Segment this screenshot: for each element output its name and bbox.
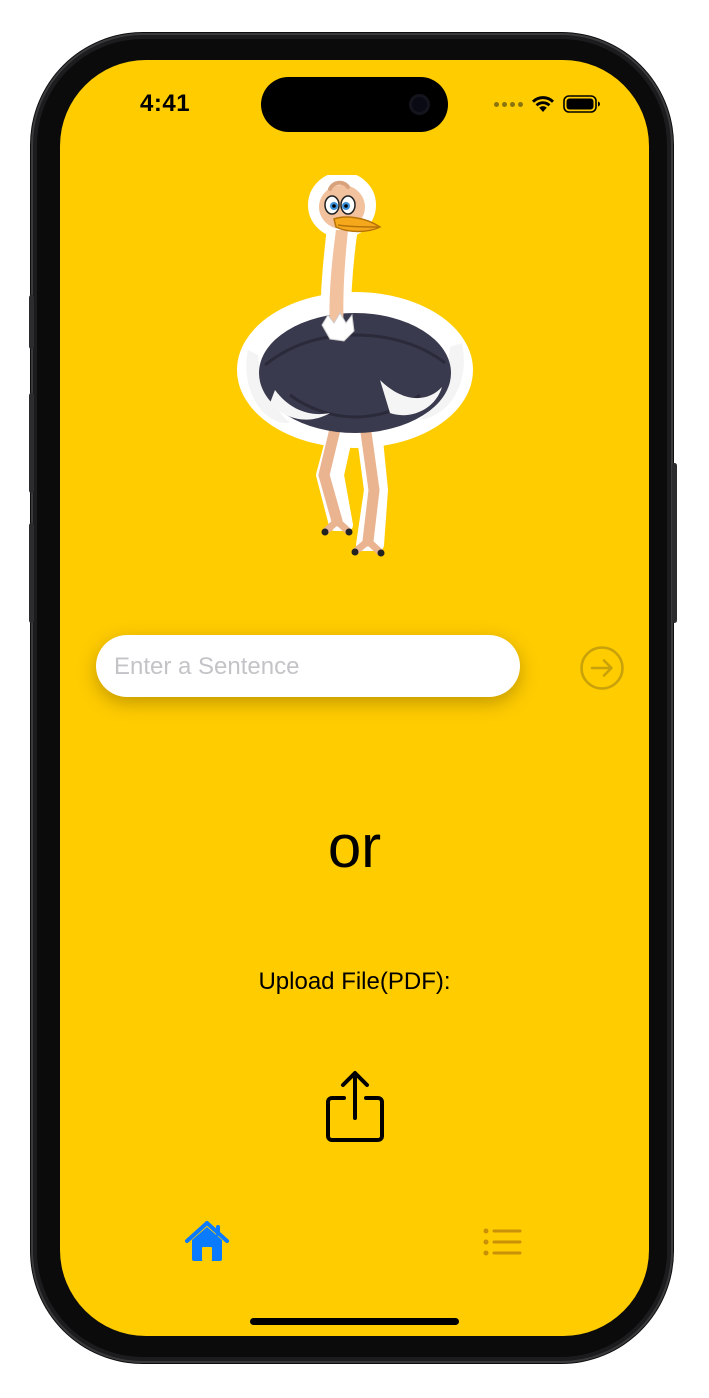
home-indicator[interactable] xyxy=(250,1318,459,1325)
status-time: 4:41 xyxy=(140,90,191,117)
tab-home-house-icon[interactable] xyxy=(183,1218,231,1266)
battery-icon xyxy=(563,95,600,113)
volume-down-button xyxy=(29,523,34,623)
sentence-input-container xyxy=(96,635,520,699)
power-button xyxy=(672,463,677,623)
camera-icon xyxy=(409,94,430,115)
dynamic-island xyxy=(261,77,448,132)
ostrich-illustration xyxy=(237,175,473,557)
signal-dots-icon xyxy=(494,101,523,107)
tab-list-icon[interactable] xyxy=(478,1218,526,1266)
sentence-input[interactable] xyxy=(112,635,506,699)
app-screen: 4:41 Enter a Sentence or Upload File(PDF… xyxy=(60,60,649,1336)
volume-up-button xyxy=(29,393,34,493)
arrow-right-circle-icon[interactable] xyxy=(579,645,625,691)
wifi-icon xyxy=(532,96,554,112)
status-indicators xyxy=(494,94,601,114)
action-button xyxy=(29,295,34,349)
or-divider-text: or xyxy=(327,813,382,880)
share-upload-icon[interactable] xyxy=(324,1070,386,1144)
upload-file-label: Upload File(PDF): xyxy=(258,968,451,995)
